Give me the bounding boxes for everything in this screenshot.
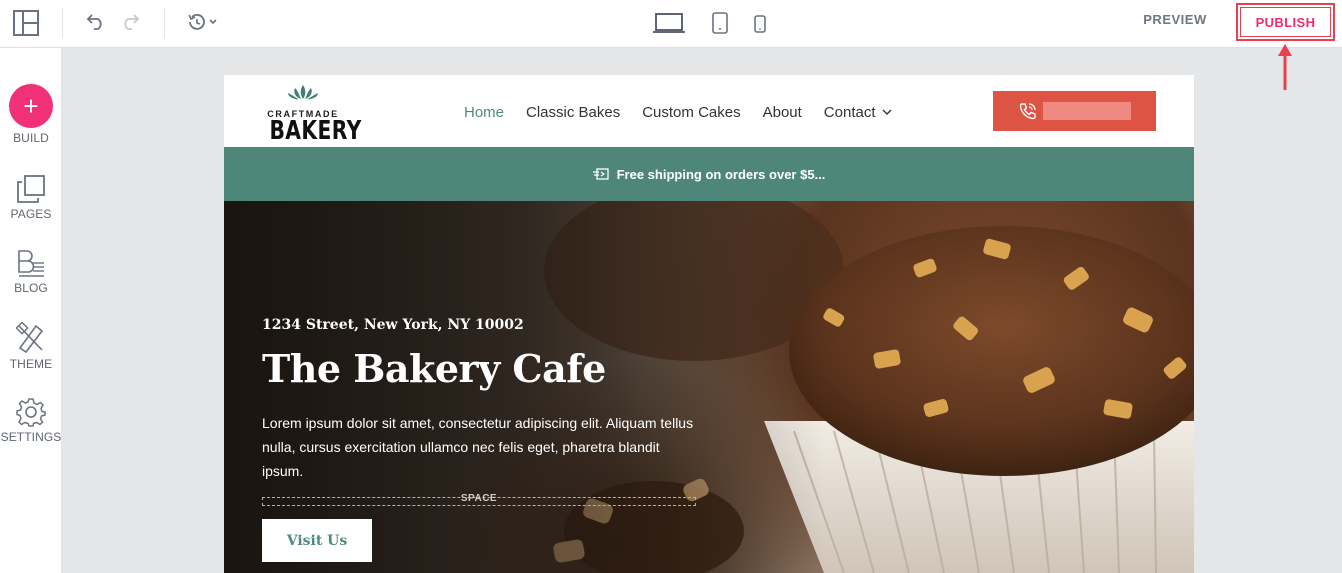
toolbar-divider	[62, 8, 63, 38]
sidebar-item-build[interactable]: + BUILD	[0, 84, 62, 145]
announcement-text: Free shipping on orders over $5...	[616, 166, 826, 182]
toolbar-divider	[164, 8, 165, 38]
editor-sidebar: + BUILD PAGES BLOG THEME SETTINGS	[0, 48, 62, 573]
call-button[interactable]	[993, 91, 1156, 131]
redacted-phone-number	[1043, 102, 1131, 120]
sidebar-item-label: PAGES	[10, 207, 52, 221]
editor-toolbar: PREVIEW PUBLISH	[0, 0, 1342, 48]
hero-address[interactable]: 1234 Street, New York, NY 10002	[262, 317, 524, 333]
sidebar-item-theme[interactable]: THEME	[0, 322, 62, 371]
announcement-bar: Free shipping on orders over $5...	[224, 147, 1194, 201]
redo-icon[interactable]	[118, 10, 142, 34]
chevron-down-icon	[882, 109, 891, 115]
layout-icon[interactable]	[12, 9, 40, 37]
sidebar-item-label: SETTINGS	[0, 430, 62, 444]
website-canvas[interactable]: CRAFTMADE BAKERY Home Classic Bakes Cust…	[224, 75, 1194, 573]
logo-icon	[288, 85, 318, 100]
tablet-icon[interactable]	[710, 10, 730, 36]
blog-icon	[18, 250, 44, 277]
logo-title: BAKERY	[269, 116, 362, 146]
plus-icon: +	[9, 84, 53, 128]
site-logo[interactable]: CRAFTMADE BAKERY	[260, 83, 362, 146]
sidebar-item-blog[interactable]: BLOG	[0, 248, 62, 295]
theme-icon	[16, 322, 44, 354]
sidebar-item-pages[interactable]: PAGES	[0, 174, 62, 221]
mobile-icon[interactable]	[752, 13, 768, 35]
nav-item-classic-bakes[interactable]: Classic Bakes	[526, 101, 620, 123]
desktop-icon[interactable]	[652, 11, 686, 35]
nav-item-about[interactable]: About	[763, 101, 802, 123]
arrow-up-icon	[1278, 44, 1292, 90]
undo-icon[interactable]	[84, 10, 108, 34]
visit-us-button[interactable]: Visit Us	[262, 519, 372, 562]
preview-button[interactable]: PREVIEW	[1128, 12, 1222, 32]
publish-button[interactable]: PUBLISH	[1236, 3, 1335, 41]
spacer-label: SPACE	[460, 493, 498, 504]
nav-item-home[interactable]: Home	[464, 101, 504, 123]
site-nav: Home Classic Bakes Custom Cakes About Co…	[464, 101, 892, 123]
sidebar-item-label: BUILD	[13, 131, 49, 145]
sidebar-item-settings[interactable]: SETTINGS	[0, 397, 62, 444]
nav-item-label: Contact	[823, 103, 876, 121]
hero-section: 1234 Street, New York, NY 10002 The Bake…	[224, 201, 1194, 573]
sidebar-item-label: THEME	[9, 357, 53, 371]
nav-item-contact[interactable]: Contact	[824, 101, 892, 123]
site-header: CRAFTMADE BAKERY Home Classic Bakes Cust…	[224, 75, 1194, 147]
phone-icon	[1019, 103, 1036, 120]
spacer-block[interactable]: SPACE	[262, 493, 696, 506]
hero-title[interactable]: The Bakery Cafe	[262, 346, 606, 391]
hero-description[interactable]: Lorem ipsum dolor sit amet, consectetur …	[262, 411, 702, 483]
pages-icon	[17, 175, 45, 203]
history-icon[interactable]	[186, 10, 220, 34]
nav-item-custom-cakes[interactable]: Custom Cakes	[642, 101, 740, 123]
sidebar-item-label: BLOG	[14, 281, 48, 295]
shipping-icon	[592, 168, 609, 180]
gear-icon	[16, 398, 46, 427]
